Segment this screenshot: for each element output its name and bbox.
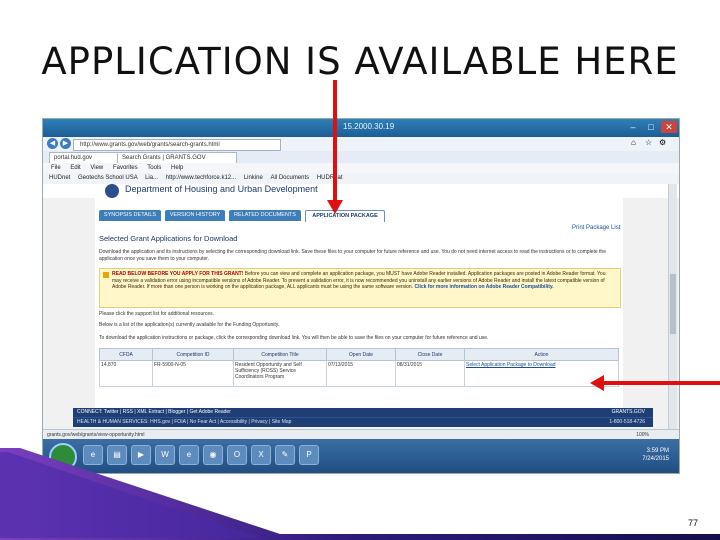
red-arrow-down <box>333 80 337 208</box>
tab-version-history[interactable]: VERSION HISTORY <box>165 210 225 221</box>
minimize-icon[interactable]: – <box>625 121 641 133</box>
url-field[interactable]: http://www.grants.gov/web/grants/search-… <box>73 139 281 151</box>
col-competition-id: Competition ID <box>152 348 234 361</box>
fav-item[interactable]: Lia... <box>145 175 158 181</box>
maximize-icon[interactable]: □ <box>643 121 659 133</box>
col-cfda: CFDA <box>99 348 153 361</box>
menu-favorites[interactable]: Favorites <box>113 165 138 171</box>
download-instructions: Download the application and its instruc… <box>99 249 606 262</box>
footer-hhs-links[interactable]: HEALTH & HUMAN SERVICES: HHS.gov | FOIA … <box>77 419 291 425</box>
col-open-date: Open Date <box>326 348 396 361</box>
back-icon[interactable]: ◀ <box>47 138 58 149</box>
fav-item[interactable]: Linkine <box>244 175 263 181</box>
grant-page: SYNOPSIS DETAILS VERSION HISTORY RELATED… <box>95 198 623 408</box>
grants-phone: 1-800-518-4726 <box>609 419 645 425</box>
fav-item[interactable]: Geotechs School USA <box>78 175 137 181</box>
warning-text: READ BELOW BEFORE YOU APPLY FOR THIS GRA… <box>112 271 612 291</box>
page-number: 77 <box>688 518 699 528</box>
warning-box: READ BELOW BEFORE YOU APPLY FOR THIS GRA… <box>99 268 621 308</box>
address-bar: ◀ ▶ http://www.grants.gov/web/grants/sea… <box>43 137 679 152</box>
table-row: 14.870 FR-5900-N-05 Resident Opportunity… <box>99 360 619 387</box>
cell-close-date: 08/31/2015 <box>395 360 465 387</box>
footer-connect: CONNECT: Twitter | RSS | XML Extract | B… <box>73 408 653 417</box>
col-close-date: Close Date <box>395 348 465 361</box>
warning-heading: READ BELOW BEFORE YOU APPLY FOR THIS GRA… <box>112 271 244 277</box>
close-icon[interactable]: ✕ <box>661 121 677 133</box>
support-text: Please click the support list for additi… <box>99 311 215 317</box>
tab-synopsis-details[interactable]: SYNOPSIS DETAILS <box>99 210 161 221</box>
cell-competition-id: FR-5900-N-05 <box>152 360 234 387</box>
scroll-thumb[interactable] <box>670 274 676 334</box>
scrollbar[interactable] <box>668 184 677 429</box>
menu-edit[interactable]: Edit <box>70 165 80 171</box>
tab-strip: portal.hud.gov Search Grants | GRANTS.GO… <box>43 151 679 164</box>
warning-icon <box>103 272 109 278</box>
star-icon[interactable]: ☆ <box>645 138 652 147</box>
cell-competition-title: Resident Opportunity and Self Sufficienc… <box>233 360 327 387</box>
grants-gov-name: GRANTS.GOV <box>611 409 645 415</box>
col-action: Action <box>464 348 619 361</box>
window-title: 15.2000.30.19 <box>343 122 395 131</box>
red-arrow-left <box>604 381 720 385</box>
download-text: To download the application instructions… <box>99 335 489 341</box>
department-name: Department of Housing and Urban Developm… <box>125 184 318 194</box>
list-text: Below is a list of the application(s) cu… <box>99 322 280 328</box>
footer-connect-links[interactable]: CONNECT: Twitter | RSS | XML Extract | B… <box>77 409 231 415</box>
site-header: Department of Housing and Urban Developm… <box>43 184 679 198</box>
menu-help[interactable]: Help <box>171 165 183 171</box>
menu-bar: File Edit View Favorites Tools Help <box>43 163 679 173</box>
menu-file[interactable]: File <box>51 165 61 171</box>
decorative-band <box>0 448 720 540</box>
hud-logo <box>105 184 119 198</box>
home-icon[interactable]: ⌂ <box>631 138 636 147</box>
grant-tabs: SYNOPSIS DETAILS VERSION HISTORY RELATED… <box>95 198 623 222</box>
tab-application-package[interactable]: APPLICATION PACKAGE <box>305 210 385 222</box>
window-titlebar: 15.2000.30.19 – □ ✕ <box>43 119 679 137</box>
grants-gov-contact: GRANTS.GOV <box>612 408 645 417</box>
col-competition-title: Competition Title <box>233 348 327 361</box>
slide-title: APPLICATION IS AVAILABLE HERE <box>41 40 679 83</box>
page-viewport: Department of Housing and Urban Developm… <box>43 184 679 429</box>
red-arrowhead-down <box>327 200 343 214</box>
red-arrowhead-left <box>590 375 604 391</box>
menu-tools[interactable]: Tools <box>147 165 161 171</box>
cell-open-date: 07/13/2015 <box>326 360 396 387</box>
forward-icon[interactable]: ▶ <box>60 138 71 149</box>
fav-item[interactable]: All Documents <box>270 175 309 181</box>
cell-cfda: 14.870 <box>99 360 153 387</box>
browser-screenshot: 15.2000.30.19 – □ ✕ ◀ ▶ http://www.grant… <box>42 118 680 474</box>
fav-item[interactable]: HUDnet <box>49 175 70 181</box>
section-title: Selected Grant Applications for Download <box>99 234 238 243</box>
footer-links: HEALTH & HUMAN SERVICES: HHS.gov | FOIA … <box>73 417 653 427</box>
tab-related-documents[interactable]: RELATED DOCUMENTS <box>229 210 301 221</box>
menu-view[interactable]: View <box>90 165 103 171</box>
application-table: CFDA Competition ID Competition Title Op… <box>99 348 619 387</box>
gear-icon[interactable]: ⚙ <box>659 138 666 147</box>
print-package-link[interactable]: Print Package List <box>572 225 620 231</box>
fav-item[interactable]: HUDReat <box>317 175 343 181</box>
status-url: grants.gov/web/grants/view-opportunity.h… <box>47 432 145 438</box>
adobe-compat-link[interactable]: Click for more information on Adobe Read… <box>415 284 554 290</box>
fav-item[interactable]: http://www.techforce.k12... <box>166 175 236 181</box>
